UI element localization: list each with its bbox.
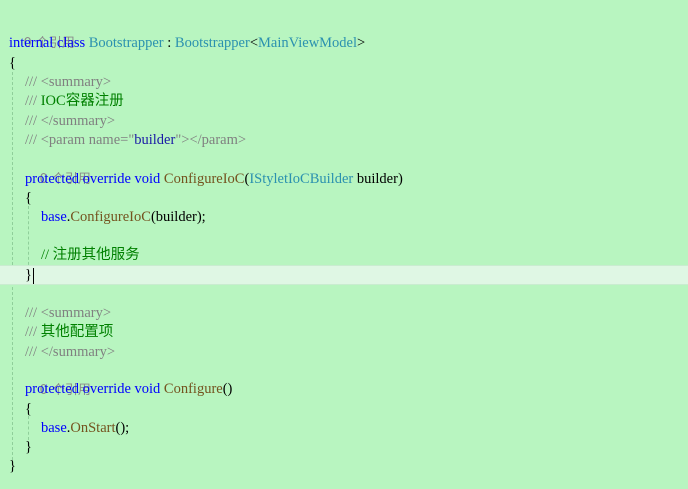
doc-summary-text: IOC容器注册 <box>40 93 124 109</box>
base-class-name: Bootstrapper <box>174 35 250 51</box>
code-line-class-close-brace: } <box>9 457 688 477</box>
close-brace: } <box>25 439 32 455</box>
doc-tag: "> <box>175 132 190 148</box>
code-line-method2-signature: protected override void Configure() <box>25 380 688 400</box>
open-brace: { <box>25 190 32 206</box>
class-name: Bootstrapper <box>88 35 164 51</box>
keyword-internal: internal <box>9 35 54 51</box>
call-name: OnStart <box>70 420 116 436</box>
code-line-doc-text: /// IOC容器注册 <box>25 92 688 112</box>
call-args: (); <box>115 420 130 436</box>
doc-tag: </summary> <box>40 113 116 129</box>
code-line-method2-base-call: base.OnStart(); <box>41 419 688 439</box>
code-line-doc-summary-open: /// <summary> <box>25 73 688 93</box>
code-line-method2-close-brace: } <box>25 438 688 458</box>
doc-prefix: /// <box>25 93 41 109</box>
keyword-protected: protected <box>25 171 79 187</box>
open-brace: { <box>25 401 32 417</box>
code-line-method1-comment: // 注册其他服务 <box>41 246 688 266</box>
doc-tag: </summary> <box>40 344 116 360</box>
code-line-class-open-brace: { <box>9 54 688 74</box>
keyword-override: override <box>82 381 131 397</box>
param-name: builder <box>353 171 398 187</box>
doc-prefix: /// <box>25 344 41 360</box>
close-brace: } <box>25 267 32 283</box>
doc-prefix: /// <box>25 132 41 148</box>
text-caret <box>32 267 34 284</box>
code-line-method2-open-brace: { <box>25 400 688 420</box>
keyword-base: base <box>41 209 67 225</box>
code-line-doc-summary-close: /// </summary> <box>25 112 688 132</box>
doc-tag: <summary> <box>40 305 112 321</box>
method-name: ConfigureIoC <box>163 171 245 187</box>
keyword-base: base <box>41 420 67 436</box>
inline-comment: // 注册其他服务 <box>41 247 140 263</box>
doc-prefix: /// <box>25 74 41 90</box>
method-name: Configure <box>163 381 223 397</box>
doc-prefix: /// <box>25 113 41 129</box>
generic-close: > <box>357 35 366 51</box>
code-line-method1-close-brace-current[interactable]: } <box>0 265 688 285</box>
call-args: (builder); <box>150 209 206 225</box>
doc-prefix: /// <box>25 305 41 321</box>
param-type: IStyletIoCBuilder <box>249 171 354 187</box>
open-brace: { <box>9 55 16 71</box>
doc-param-name: builder <box>134 132 176 148</box>
keyword-void: void <box>134 171 161 187</box>
keyword-protected: protected <box>25 381 79 397</box>
doc-prefix: /// <box>25 324 41 340</box>
codelens-method2-references[interactable]: 0 个引用 <box>25 361 688 398</box>
parens: () <box>222 381 233 397</box>
close-brace: } <box>9 458 16 474</box>
colon: : <box>163 35 175 51</box>
generic-type-name: MainViewModel <box>258 35 358 51</box>
doc-tag: <param name=" <box>40 132 135 148</box>
doc-summary-text: 其他配置项 <box>40 324 114 340</box>
paren-close: ) <box>397 171 403 187</box>
codelens-method1-references[interactable]: 0 个引用 <box>25 150 688 187</box>
keyword-void: void <box>134 381 161 397</box>
generic-open: < <box>249 35 259 51</box>
indent-guide-method2 <box>28 416 29 440</box>
code-line-doc-param: /// <param name="builder"></param> <box>25 131 688 151</box>
doc-tag: <summary> <box>40 74 112 90</box>
code-line-method1-base-call: base.ConfigureIoC(builder); <box>41 208 688 228</box>
keyword-class: class <box>56 35 86 51</box>
indent-guide-method1 <box>28 206 29 270</box>
doc-tag: </param> <box>189 132 247 148</box>
call-name: ConfigureIoC <box>70 209 151 225</box>
code-line-method1-signature: protected override void ConfigureIoC(ISt… <box>25 170 688 190</box>
code-editor[interactable]: 0 个引用 internal class Bootstrapper : Boot… <box>0 0 688 489</box>
code-line-doc2-summary-open: /// <summary> <box>25 304 688 324</box>
code-line-doc2-text: /// 其他配置项 <box>25 323 688 343</box>
codelens-class-references[interactable]: 0 个引用 <box>9 14 688 51</box>
code-line-doc2-summary-close: /// </summary> <box>25 343 688 363</box>
keyword-override: override <box>82 171 131 187</box>
code-line-method1-open-brace: { <box>25 189 688 209</box>
code-line-class-declaration: internal class Bootstrapper : Bootstrapp… <box>9 34 688 54</box>
